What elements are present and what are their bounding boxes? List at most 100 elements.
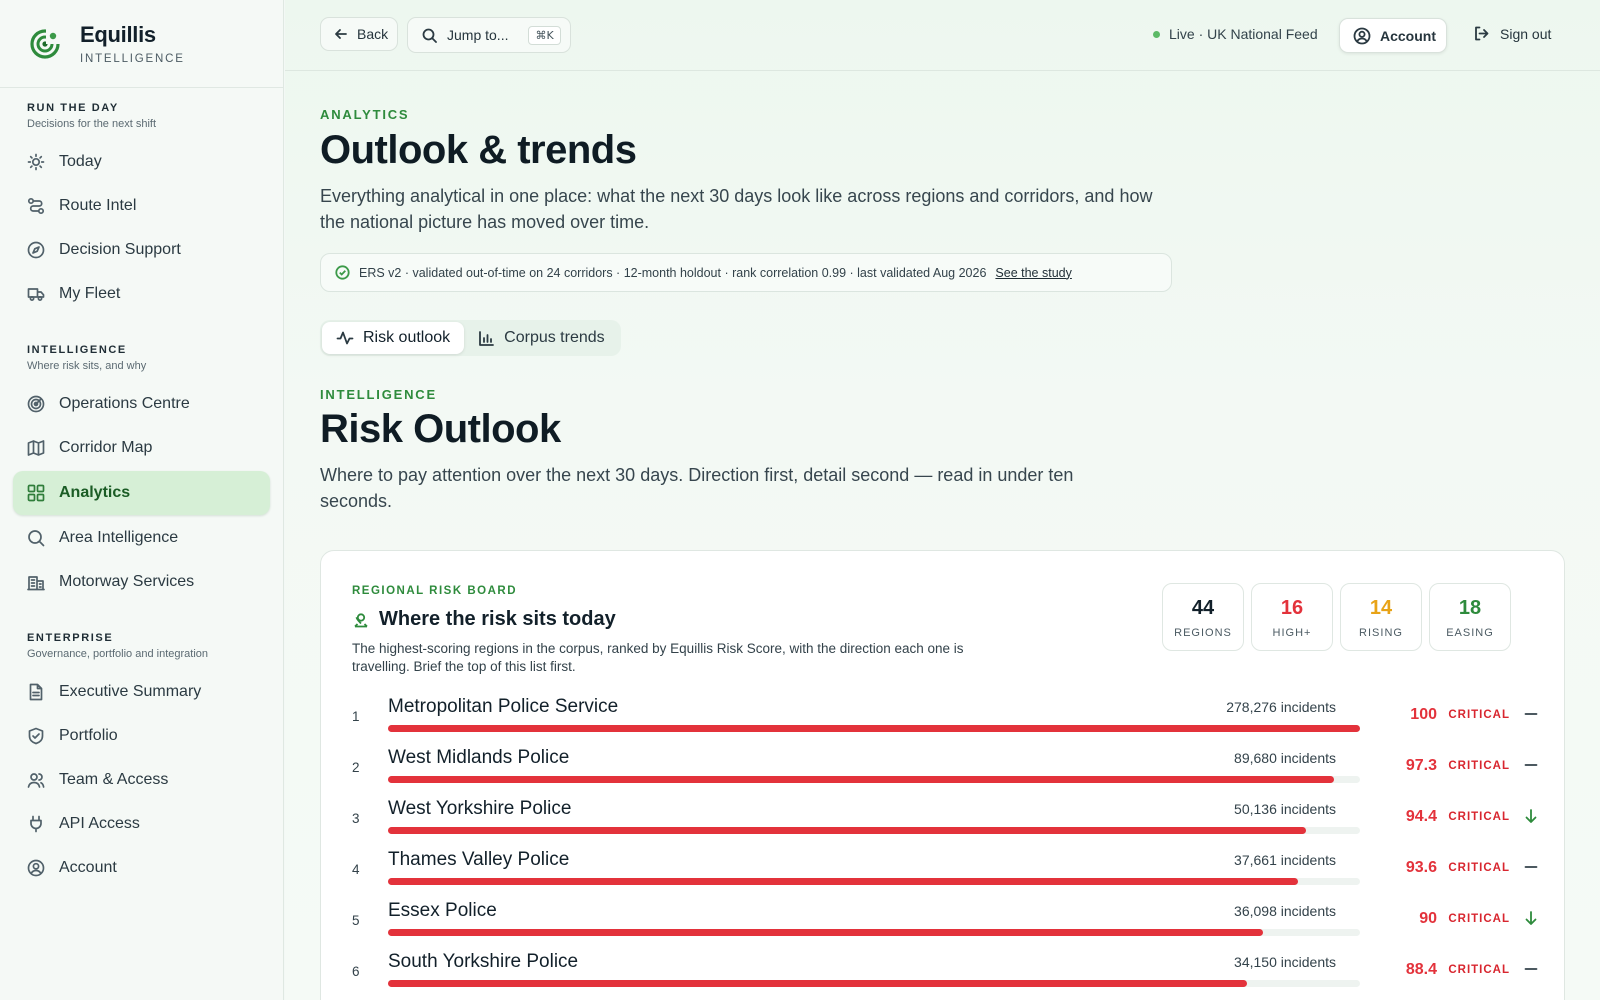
equillis-logo-icon [30,28,62,59]
row-score-bar [388,929,1263,936]
section-lead: Where to pay attention over the next 30 … [320,465,1074,511]
nav-section: INTELLIGENCE Where risk sits, and why Op… [0,316,283,604]
sidebar-item-corridor-map[interactable]: Corridor Map [13,426,270,470]
row-trend [1522,960,1540,978]
sidebar-item-label: API Access [59,815,140,832]
shortcut-badge: ⌘K [528,25,561,45]
user-circle-icon [1353,27,1371,44]
page-lead: Everything analytical in one place: what… [320,186,1153,232]
sidebar-item-executive-summary[interactable]: Executive Summary [13,670,270,714]
regional-risk-board: REGIONAL RISK BOARD Where the risk sits … [320,550,1565,1000]
sidebar-item-label: Operations Centre [59,395,190,412]
jump-label: Jump to... [447,27,509,43]
row-incidents: 37,661 incidents [1234,852,1336,868]
row-score-track [388,776,1360,783]
row-trend [1522,705,1540,723]
row-score: 94.4 [1405,808,1437,825]
row-score-track [388,827,1360,834]
board-description: The highest-scoring regions in the corpu… [352,641,964,674]
search-icon [28,530,45,547]
stat-value: 44 [1191,597,1215,619]
tab-risk-outlook[interactable]: Risk outlook [322,322,465,354]
sidebar-item-my-fleet[interactable]: My Fleet [13,272,270,316]
row-risk-level: CRITICAL [1448,760,1510,772]
stat-rising: 14 RISING [1340,583,1422,651]
nav-section-head: RUN THE DAY Decisions for the next shift [13,102,270,130]
brand[interactable]: Equillis INTELLIGENCE [0,0,283,88]
row-trend [1522,858,1540,876]
document-icon [29,683,43,701]
row-score: 93.6 [1405,859,1437,876]
sign-out-label: Sign out [1500,25,1552,42]
risk-row[interactable]: 6 South Yorkshire Police 34,150 incident… [352,951,1542,1000]
row-risk-level: CRITICAL [1448,964,1510,976]
see-study-link[interactable]: See the study [995,266,1071,280]
board-eyebrow: REGIONAL RISK BOARD [352,585,518,597]
check-circle-icon [335,265,350,280]
map-pin-user-icon [354,612,368,627]
nav-section-head: INTELLIGENCE Where risk sits, and why [13,344,270,372]
sidebar-item-route-intel[interactable]: Route Intel [13,184,270,228]
sidebar-item-label: Corridor Map [59,439,153,456]
account-button[interactable]: Account [1339,18,1447,53]
sidebar-nav: RUN THE DAY Decisions for the next shift… [0,88,283,890]
nav-section: ENTERPRISE Governance, portfolio and int… [0,604,283,890]
row-risk-level: CRITICAL [1448,862,1510,874]
row-score: 88.4 [1405,961,1437,978]
topbar: Back Jump to... ⌘K Live · UK National Fe… [285,0,1600,71]
sun-icon [27,153,45,171]
sidebar-item-team-access[interactable]: Team & Access [13,758,270,802]
sidebar-item-label: Executive Summary [59,683,202,700]
sidebar-item-label: Account [59,859,117,876]
nav-section-title: ENTERPRISE [27,632,114,644]
risk-row[interactable]: 1 Metropolitan Police Service 278,276 in… [352,696,1542,746]
sign-out-button[interactable]: Sign out [1473,25,1551,42]
stat-easing: 18 EASING [1429,583,1511,651]
row-region-name: South Yorkshire Police [388,951,579,972]
sidebar-item-analytics[interactable]: Analytics [13,471,270,515]
sidebar-item-account[interactable]: Account [13,846,270,890]
arrow-left-icon [335,29,347,39]
logout-icon [1475,26,1489,41]
risk-row[interactable]: 3 West Yorkshire Police 50,136 incidents… [352,798,1542,848]
risk-row[interactable]: 4 Thames Valley Police 37,661 incidents … [352,849,1542,899]
compass-icon [27,241,45,259]
sidebar-item-decision-support[interactable]: Decision Support [13,228,270,272]
risk-row[interactable]: 2 West Midlands Police 89,680 incidents … [352,747,1542,797]
stat-label: EASING [1446,627,1494,639]
tab-label: Risk outlook [363,329,451,346]
row-score-track [388,725,1360,732]
row-score-bar [388,878,1298,885]
tab-corpus-trends[interactable]: Corpus trends [464,322,619,354]
sidebar-item-label: Area Intelligence [59,529,179,546]
sidebar-item-portfolio[interactable]: Portfolio [13,714,270,758]
stat-label: REGIONS [1174,627,1232,639]
account-label: Account [1380,27,1436,44]
jump-to-search[interactable]: Jump to... ⌘K [407,17,571,53]
row-trend [1522,807,1540,825]
row-rank: 5 [352,913,360,928]
sidebar-item-today[interactable]: Today [13,140,270,184]
row-trend [1522,756,1540,774]
sidebar-item-motorway-services[interactable]: Motorway Services [13,560,270,604]
route-icon [27,197,45,215]
risk-row[interactable]: 5 Essex Police 36,098 incidents 90 CRITI… [352,900,1542,950]
sidebar-item-area-intelligence[interactable]: Area Intelligence [13,516,270,560]
page-eyebrow: ANALYTICS [320,107,410,122]
main-content: Back Jump to... ⌘K Live · UK National Fe… [285,0,1600,1000]
sidebar-item-operations-centre[interactable]: Operations Centre [13,382,270,426]
arrow-down-icon [1525,809,1537,823]
shield-icon [28,727,44,745]
row-region-name: West Yorkshire Police [388,798,572,819]
back-button[interactable]: Back [320,17,398,51]
row-risk-level: CRITICAL [1448,709,1510,721]
row-incidents: 278,276 incidents [1226,699,1336,715]
truck-icon [27,288,45,301]
stat-regions: 44 REGIONS [1162,583,1244,651]
sidebar-item-label: Analytics [59,484,131,501]
row-risk-level: CRITICAL [1448,811,1510,823]
row-rank: 6 [352,964,360,979]
sidebar-item-api-access[interactable]: API Access [13,802,270,846]
radar-icon [27,395,45,413]
users-icon [27,773,45,788]
